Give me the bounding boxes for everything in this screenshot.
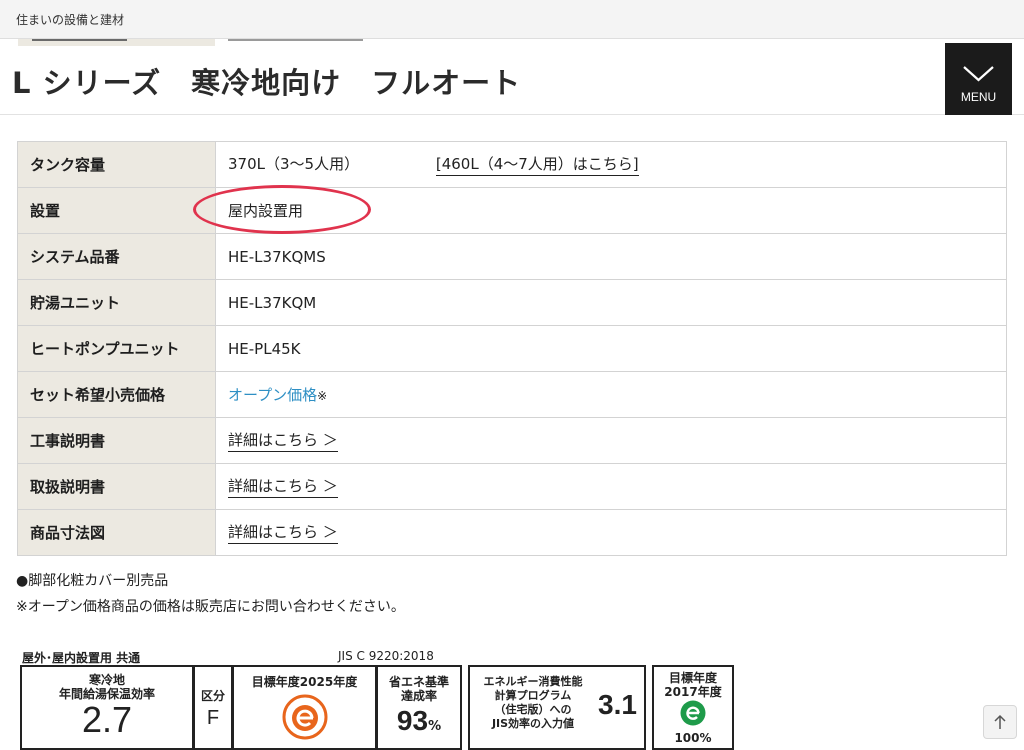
- page-header: L シリーズ 寒冷地向け フルオート: [0, 46, 1024, 115]
- top-bar: 住まいの設備と建材: [0, 0, 1024, 39]
- installation-value: 屋内設置用: [228, 202, 304, 220]
- target-2017-value: 100%: [674, 731, 712, 745]
- calc-program-value: 3.1: [598, 689, 637, 720]
- achievement-label-line2: 達成率: [400, 689, 437, 703]
- energy-saving-mark-green-icon: [680, 700, 706, 726]
- efficiency-box: 寒冷地 年間給湯保温効率 2.7: [20, 665, 194, 750]
- target-2017-label-line1: 目標年度: [668, 671, 717, 685]
- achievement-unit: %: [428, 719, 442, 734]
- menu-label: MENU: [960, 90, 997, 104]
- row-label: 貯湯ユニット: [17, 279, 216, 326]
- target-2025-box: 目標年度2025年度: [232, 665, 377, 750]
- table-row: セット希望小売価格 オープン価格※: [17, 371, 1007, 418]
- table-row: 商品寸法図 詳細はこちら ＞: [17, 509, 1007, 556]
- row-label: タンク容量: [17, 141, 216, 188]
- energy-saving-mark-orange-icon: [282, 694, 327, 740]
- table-row: システム品番 HE-L37KQMS: [17, 233, 1007, 280]
- label-header-installation: 屋外･屋内設置用 共通: [22, 651, 141, 665]
- achievement-box: 省エネ基準 達成率 93%: [376, 665, 462, 750]
- achievement-value: 93: [396, 705, 429, 736]
- note-item: ※オープン価格商品の価格は販売店にお問い合わせください。: [16, 599, 405, 615]
- target-2025-label: 目標年度2025年度: [251, 675, 358, 689]
- price-note-mark: ※: [317, 389, 328, 403]
- site-name[interactable]: 住まいの設備と建材: [16, 11, 124, 28]
- calc-program-line3: （住宅版）への: [494, 703, 572, 716]
- row-label: 工事説明書: [17, 417, 216, 464]
- dimension-drawing-link[interactable]: 詳細はこちら ＞: [228, 521, 338, 544]
- target-2017-box: 目標年度 2017年度 100%: [652, 665, 734, 750]
- calc-program-box: エネルギー消費性能 計算プログラム （住宅版）への JIS効率の入力値 3.1: [468, 665, 646, 750]
- installation-manual-link[interactable]: 詳細はこちら ＞: [228, 429, 338, 452]
- table-row: ヒートポンプユニット HE-PL45K: [17, 325, 1007, 372]
- table-row: 工事説明書 詳細はこちら ＞: [17, 417, 1007, 464]
- category-value: F: [206, 707, 220, 729]
- achievement-label-line1: 省エネ基準: [388, 675, 449, 689]
- page-title: L シリーズ 寒冷地向け フルオート: [12, 66, 522, 100]
- scrolled-content-remnant: [18, 38, 1006, 46]
- row-label: セット希望小売価格: [17, 371, 216, 418]
- heat-pump-part-number: HE-PL45K: [228, 339, 301, 358]
- calc-program-line2: 計算プログラム: [494, 689, 572, 702]
- efficiency-value: 2.7: [81, 699, 133, 740]
- user-manual-link[interactable]: 詳細はこちら ＞: [228, 475, 338, 498]
- table-row: タンク容量 370L（3〜5人用） [460L（4〜7人用）はこちら]: [17, 141, 1007, 188]
- table-row: 取扱説明書 詳細はこちら ＞: [17, 463, 1007, 510]
- category-box: 区分 F: [193, 665, 233, 750]
- calc-program-line1: エネルギー消費性能: [483, 675, 583, 688]
- tank-unit-part-number: HE-L37KQM: [228, 293, 317, 312]
- efficiency-label-line1: 寒冷地: [88, 673, 125, 687]
- arrow-up-icon: [994, 714, 1006, 729]
- row-label: ヒートポンプユニット: [17, 325, 216, 372]
- menu-button[interactable]: MENU: [945, 43, 1012, 115]
- note-item: ●脚部化粧カバー別売品: [16, 573, 169, 589]
- system-part-number: HE-L37KQMS: [228, 247, 326, 266]
- row-label: 商品寸法図: [17, 509, 216, 556]
- label-header-jis: JIS C 9220:2018: [338, 649, 434, 663]
- alt-capacity-link[interactable]: [460L（4〜7人用）はこちら]: [435, 153, 639, 176]
- calc-program-line4: JIS効率の入力値: [491, 717, 575, 730]
- table-row: 設置 屋内設置用: [17, 187, 1007, 234]
- back-to-top-button[interactable]: [983, 705, 1017, 739]
- open-price-link[interactable]: オープン価格: [228, 386, 317, 404]
- table-row: 貯湯ユニット HE-L37KQM: [17, 279, 1007, 326]
- row-label: 設置: [17, 187, 216, 234]
- row-label: システム品番: [17, 233, 216, 280]
- spec-table: タンク容量 370L（3〜5人用） [460L（4〜7人用）はこちら] 設置 屋…: [17, 141, 1007, 556]
- tank-capacity-value: 370L（3〜5人用）: [228, 155, 360, 173]
- row-label: 取扱説明書: [17, 463, 216, 510]
- category-label: 区分: [200, 689, 225, 703]
- chevron-down-icon: [963, 66, 994, 82]
- target-2017-label-line2: 2017年度: [664, 685, 722, 699]
